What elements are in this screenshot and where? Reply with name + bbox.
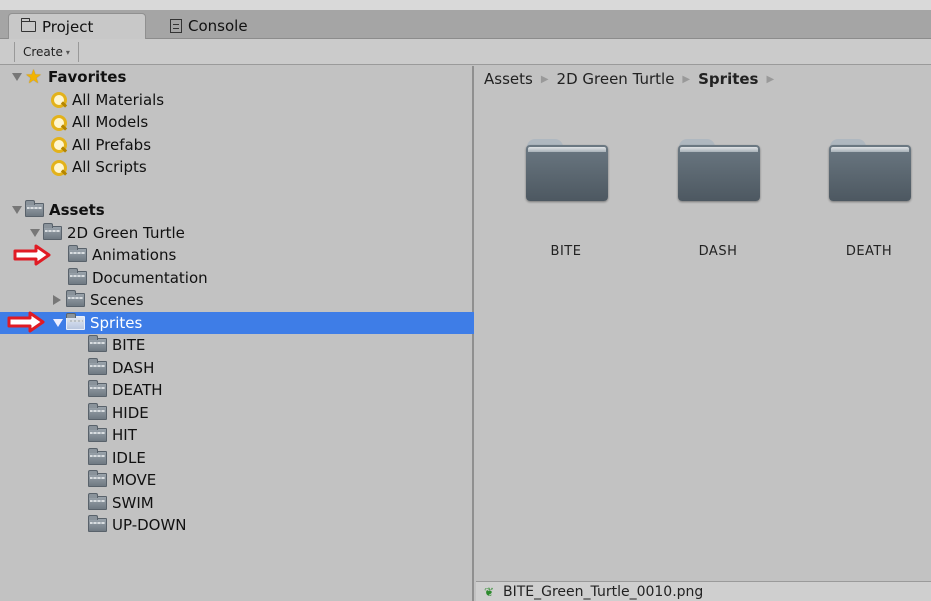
- folder-icon: [88, 402, 107, 420]
- folder-icon: [25, 200, 44, 218]
- tree-item-all-prefabs[interactable]: All Prefabs: [0, 134, 474, 157]
- expand-triangle-icon[interactable]: [53, 318, 63, 327]
- grid-folder-dash[interactable]: [678, 139, 760, 201]
- project-tree-panel[interactable]: ★ Favorites All Materials All Models All…: [0, 66, 474, 601]
- grid-folder-bite[interactable]: [526, 139, 608, 201]
- expand-triangle-icon[interactable]: [12, 73, 22, 82]
- grid-folder-label[interactable]: DASH: [658, 244, 778, 259]
- search-icon: [50, 159, 67, 176]
- breadcrumb-assets[interactable]: Assets: [484, 70, 533, 88]
- breadcrumb: Assets ▶ 2D Green Turtle ▶ Sprites ▶: [484, 70, 774, 88]
- folder-icon: [43, 222, 62, 240]
- folder-icon: [68, 267, 87, 285]
- grid-folder-label[interactable]: BITE: [506, 244, 626, 259]
- tree-item-death[interactable]: DEATH: [0, 379, 474, 402]
- tab-project[interactable]: Project: [8, 13, 146, 39]
- breadcrumb-separator-icon: ▶: [682, 73, 691, 85]
- tree-item-idle[interactable]: IDLE: [0, 447, 474, 470]
- folder-icon: [66, 312, 85, 330]
- folder-icon: [88, 447, 107, 465]
- red-arrow-icon: [13, 244, 51, 266]
- create-button[interactable]: Create ▾: [14, 42, 79, 62]
- folder-icon: [88, 470, 107, 488]
- expand-triangle-icon[interactable]: [12, 206, 22, 215]
- tree-item-up-down[interactable]: UP-DOWN: [0, 514, 474, 537]
- tree-item-hide[interactable]: HIDE: [0, 402, 474, 425]
- tree-item-assets[interactable]: Assets: [0, 199, 474, 222]
- sprite-icon: ❦: [484, 584, 495, 599]
- project-toolbar: Create ▾: [0, 39, 931, 65]
- grid-folder-death[interactable]: [829, 139, 911, 201]
- expand-triangle-icon[interactable]: [30, 228, 40, 237]
- tree-item-all-scripts[interactable]: All Scripts: [0, 156, 474, 179]
- breadcrumb-separator-icon: ▶: [766, 73, 775, 85]
- grid-folder-label[interactable]: DEATH: [809, 244, 929, 259]
- red-arrow-icon: [7, 311, 45, 333]
- breadcrumb-sprites[interactable]: Sprites: [698, 70, 758, 88]
- tab-bar: Project Console: [0, 10, 931, 39]
- tree-item-hit[interactable]: HIT: [0, 424, 474, 447]
- tree-item-scenes[interactable]: Scenes: [0, 289, 474, 312]
- selection-status-bar: ❦ BITE_Green_Turtle_0010.png: [476, 581, 931, 601]
- folder-icon: [88, 357, 107, 375]
- tab-project-label: Project: [42, 17, 94, 36]
- tree-item-favorites[interactable]: ★ Favorites: [0, 66, 474, 89]
- search-icon: [50, 91, 67, 109]
- window-top-strip: [0, 0, 931, 10]
- folder-icon: [88, 335, 107, 353]
- search-icon: [50, 114, 67, 131]
- tree-item-2d-green-turtle[interactable]: 2D Green Turtle: [0, 222, 474, 245]
- tree-item-move[interactable]: MOVE: [0, 469, 474, 492]
- collapse-triangle-icon[interactable]: [53, 295, 61, 306]
- folder-icon: [88, 515, 107, 533]
- tree-item-swim[interactable]: SWIM: [0, 492, 474, 515]
- tree-item-sprites[interactable]: Sprites: [0, 311, 474, 334]
- folder-icon: [88, 492, 107, 510]
- tree-item-documentation[interactable]: Documentation: [0, 267, 474, 290]
- tree-item-dash[interactable]: DASH: [0, 357, 474, 380]
- tree-item-all-models[interactable]: All Models: [0, 111, 474, 134]
- folder-icon: [88, 380, 107, 398]
- dropdown-caret-icon: ▾: [65, 47, 70, 57]
- tree-item-all-materials[interactable]: All Materials: [0, 89, 474, 112]
- folder-icon: [68, 245, 87, 263]
- tree-item-animations[interactable]: Animations: [0, 244, 474, 267]
- breadcrumb-2d-green-turtle[interactable]: 2D Green Turtle: [557, 70, 675, 88]
- create-button-label: Create: [23, 45, 63, 59]
- tab-console-label: Console: [188, 17, 248, 35]
- star-icon: ★: [25, 66, 43, 89]
- folder-icon: [88, 425, 107, 443]
- folder-icon: [66, 290, 85, 308]
- folder-icon: [21, 18, 36, 32]
- tab-console[interactable]: Console: [158, 13, 278, 39]
- selected-filename: BITE_Green_Turtle_0010.png: [503, 583, 704, 600]
- console-icon: [170, 19, 182, 33]
- asset-browser-panel[interactable]: Assets ▶ 2D Green Turtle ▶ Sprites ▶ BIT…: [476, 66, 931, 601]
- search-icon: [50, 136, 67, 154]
- tree-item-bite[interactable]: BITE: [0, 334, 474, 357]
- breadcrumb-separator-icon: ▶: [540, 73, 549, 85]
